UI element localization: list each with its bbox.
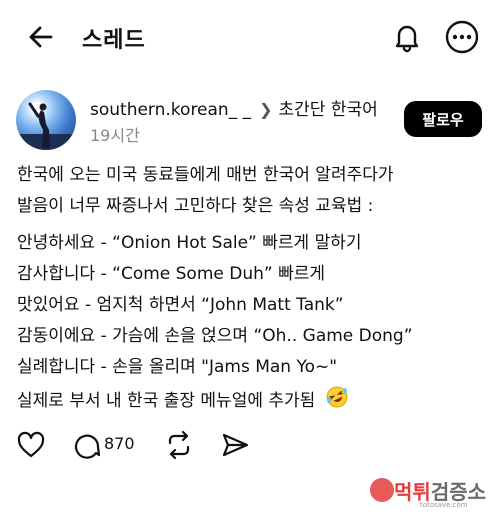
bell-icon <box>395 25 419 53</box>
notifications-button[interactable] <box>390 20 424 54</box>
repost-icon <box>168 430 190 460</box>
text-line: 실제로 부서 내 한국 출장 메뉴얼에 추가됨 <box>17 391 316 411</box>
text-line: 한국에 오는 미국 동료들에게 매번 한국어 알려주다가 <box>17 165 394 185</box>
topic-tag[interactable]: 초간단 한국어 <box>279 100 378 120</box>
post-actions: 870 <box>0 428 500 464</box>
rolling-on-floor-laughing-emoji-icon <box>325 385 349 420</box>
reply-count: 870 <box>104 434 135 453</box>
top-bar: 스레드 <box>0 0 500 74</box>
text-line: 감사합니다 - “Come Some Duh” 빠르게 <box>17 264 326 284</box>
more-horizontal-icon <box>445 20 479 54</box>
text-line: 실례합니다 - 손을 올리며 "Jams Man Yo~" <box>17 357 338 377</box>
post-paragraph-closing: 실제로 부서 내 한국 출장 메뉴얼에 추가됨 <box>17 385 487 420</box>
post-paragraph-intro: 한국에 오는 미국 동료들에게 매번 한국어 알려주다가 발음이 너무 짜증나서… <box>17 160 487 222</box>
text-line: 안녕하세요 - “Onion Hot Sale” 빠르게 말하기 <box>17 233 362 253</box>
page-title: 스레드 <box>82 28 146 53</box>
share-button[interactable] <box>220 428 250 462</box>
watermark-badge-icon <box>370 478 394 502</box>
post-paragraph-phrases: 안녕하세요 - “Onion Hot Sale” 빠르게 말하기 감사합니다 -… <box>17 228 487 383</box>
heart-icon <box>17 431 45 458</box>
comment-icon <box>74 434 101 459</box>
back-button[interactable] <box>26 22 56 52</box>
post-timestamp: 19시간 <box>90 126 140 145</box>
arrow-left-icon <box>29 26 53 48</box>
chevron-right-icon: ❯ <box>259 100 273 119</box>
text-line: 맛있어요 - 엄지척 하면서 “John Matt Tank” <box>17 295 344 315</box>
avatar[interactable] <box>16 90 76 150</box>
like-button[interactable] <box>16 428 46 462</box>
watermark-subtext: totosave.com <box>420 501 468 509</box>
reply-button[interactable]: 870 <box>72 428 142 462</box>
post-author-line: southern.korean_ _ ❯ 초간단 한국어 <box>90 95 378 120</box>
author-username[interactable]: southern.korean_ _ <box>90 100 251 120</box>
more-options-button[interactable] <box>444 19 480 55</box>
text-line: 감동이에요 - 가슴에 손을 얹으며 “Oh.. Game Dong” <box>17 326 413 346</box>
text-line: 발음이 너무 짜증나서 고민하다 찾은 속성 교육법 : <box>17 196 374 216</box>
follow-button[interactable]: 팔로우 <box>404 101 482 137</box>
send-icon <box>222 433 249 457</box>
watermark-logo: 먹튀검증소 totosave.com <box>368 474 498 510</box>
repost-button[interactable] <box>164 428 194 462</box>
